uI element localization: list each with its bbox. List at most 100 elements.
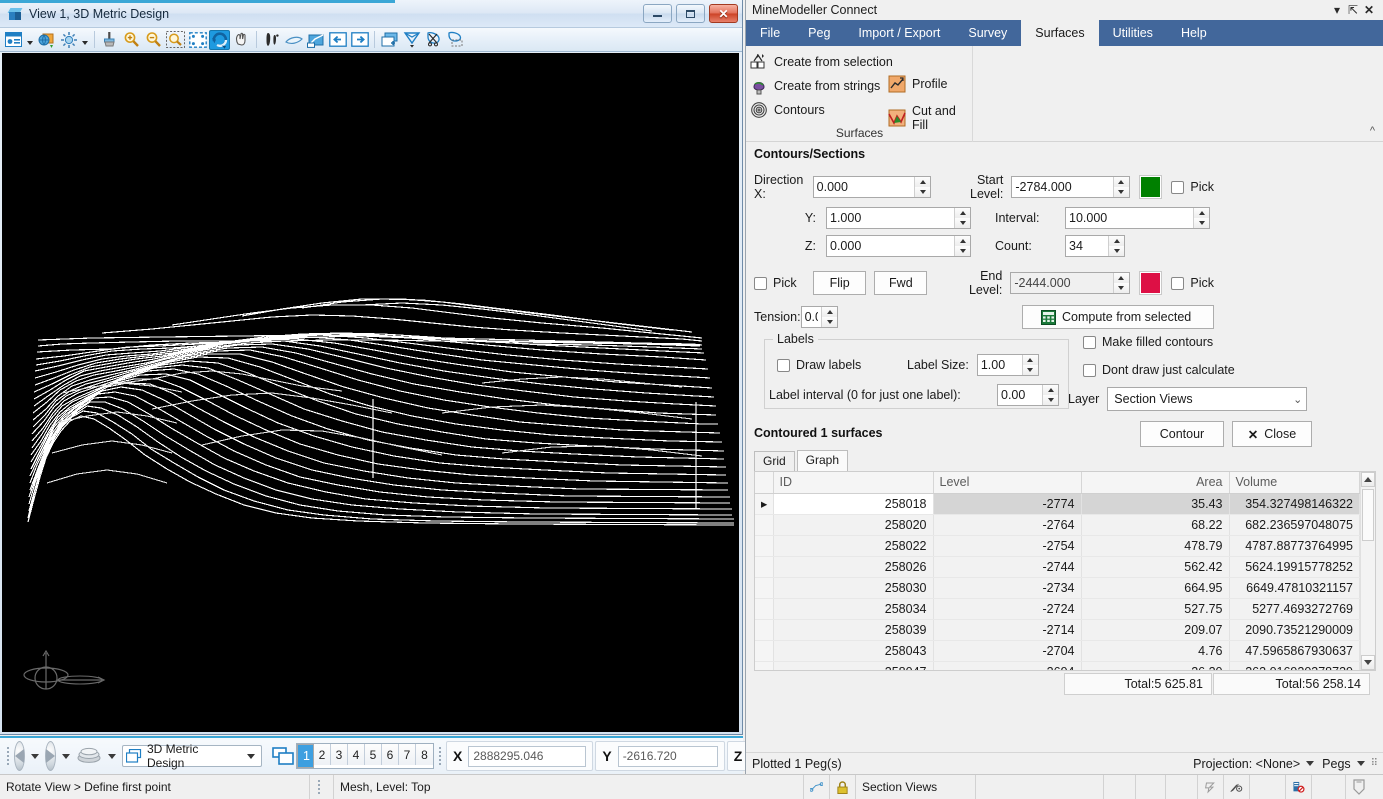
chevron-down-icon[interactable]: [243, 754, 259, 759]
start-pick-box[interactable]: [1171, 181, 1184, 194]
close-icon[interactable]: ✕: [1361, 3, 1377, 17]
row-marker[interactable]: [755, 556, 773, 577]
navigation-bar[interactable]: 3D Metric Design 1 2 3 4 5 6 7 8 X Y Z: [0, 736, 743, 774]
end-level-up[interactable]: [1114, 273, 1129, 283]
zoom-extents-icon[interactable]: [187, 30, 208, 50]
view-properties-dropdown[interactable]: [25, 30, 35, 50]
view-number-4[interactable]: 4: [348, 744, 365, 765]
contour-button[interactable]: Contour: [1140, 421, 1224, 447]
start-level-up[interactable]: [1114, 177, 1129, 187]
tension-down[interactable]: [822, 317, 837, 327]
end-level-spinner[interactable]: [1010, 272, 1129, 294]
interval-spinner[interactable]: [1065, 207, 1210, 229]
view-properties-icon[interactable]: [3, 30, 24, 50]
close-button[interactable]: ✕ Close: [1232, 421, 1312, 447]
column-header-area[interactable]: Area: [1081, 472, 1229, 493]
direction-y-spinner[interactable]: [826, 207, 971, 229]
label-interval-up[interactable]: [1043, 385, 1058, 395]
chevron-down-icon[interactable]: ⌄: [1293, 393, 1302, 406]
tab-help[interactable]: Help: [1167, 20, 1221, 46]
dropdown-caret-icon[interactable]: ▾: [1329, 3, 1345, 17]
tension-up[interactable]: [822, 307, 837, 317]
shield-icon[interactable]: [1346, 775, 1372, 799]
interval-input[interactable]: [1066, 208, 1193, 228]
y-input[interactable]: [618, 746, 718, 767]
rotate-view-icon[interactable]: [209, 30, 230, 50]
grid-vertical-scrollbar[interactable]: [1360, 472, 1375, 670]
label-size-down[interactable]: [1023, 365, 1038, 375]
ribbon-collapse-icon[interactable]: ^: [1370, 125, 1375, 137]
row-marker[interactable]: ▸: [755, 493, 773, 514]
zoom-in-icon[interactable]: [121, 30, 142, 50]
direction-z-input[interactable]: [827, 236, 954, 256]
coordinate-y[interactable]: Y: [595, 741, 724, 771]
end-pick-checkbox[interactable]: Pick: [1171, 276, 1214, 290]
end-color-swatch[interactable]: [1140, 272, 1162, 294]
scroll-down-button[interactable]: [1361, 655, 1375, 670]
back-dropdown-icon[interactable]: [31, 754, 39, 759]
forward-button[interactable]: [45, 741, 56, 771]
view-toolbar[interactable]: [0, 28, 742, 52]
start-level-spinner[interactable]: [1011, 176, 1129, 198]
interval-down[interactable]: [1194, 218, 1209, 228]
fwd-button[interactable]: Fwd: [874, 271, 927, 295]
layers-dropdown-icon[interactable]: [108, 754, 116, 759]
tab-file[interactable]: File: [746, 20, 794, 46]
results-grid[interactable]: ID Level Area Volume ▸ 258018 -2774: [754, 471, 1376, 671]
column-header-id[interactable]: ID: [773, 472, 933, 493]
tab-graph[interactable]: Graph: [797, 450, 848, 471]
table-row[interactable]: 258043 -2704 4.76 47.5965867930637: [755, 640, 1360, 661]
table-row[interactable]: 258034 -2724 527.75 5277.4693272769: [755, 598, 1360, 619]
create-from-strings-button[interactable]: Create from strings: [746, 74, 893, 98]
layer-select[interactable]: Section Views ⌄: [1107, 387, 1307, 411]
make-filled-contours-box[interactable]: [1083, 336, 1096, 349]
direction-y-up[interactable]: [955, 208, 970, 218]
direction-x-up[interactable]: [915, 177, 930, 187]
grid-tabstrip[interactable]: Grid Graph: [746, 451, 1383, 471]
table-row[interactable]: ▸ 258018 -2774 35.43 354.327498146322: [755, 493, 1360, 514]
count-spinner[interactable]: [1065, 235, 1125, 257]
copy-region-icon[interactable]: [445, 30, 466, 50]
coordinate-x[interactable]: X: [446, 741, 593, 771]
close-button[interactable]: ✕: [709, 4, 738, 23]
direction-z-down[interactable]: [955, 246, 970, 256]
row-marker[interactable]: [755, 598, 773, 619]
view-number-7[interactable]: 7: [399, 744, 416, 765]
forward-dropdown-icon[interactable]: [62, 754, 70, 759]
end-pick-box[interactable]: [1171, 277, 1184, 290]
zoom-out-icon[interactable]: [143, 30, 164, 50]
toolbar-grip[interactable]: [7, 746, 9, 766]
lock-icon[interactable]: [830, 775, 856, 799]
dont-draw-box[interactable]: [1083, 364, 1096, 377]
scroll-up-button[interactable]: [1361, 472, 1375, 487]
section-icon[interactable]: [283, 30, 304, 50]
end-level-down[interactable]: [1114, 283, 1129, 293]
direction-x-down[interactable]: [915, 187, 930, 197]
tab-import-export[interactable]: Import / Export: [844, 20, 954, 46]
design-combo[interactable]: 3D Metric Design: [122, 745, 262, 767]
view-number-5[interactable]: 5: [365, 744, 382, 765]
column-header-level[interactable]: Level: [933, 472, 1081, 493]
create-from-selection-button[interactable]: Create from selection: [746, 50, 893, 74]
direction-y-input[interactable]: [827, 208, 954, 228]
start-level-input[interactable]: [1012, 177, 1112, 197]
pegs-dropdown-icon[interactable]: [1357, 761, 1365, 766]
row-marker[interactable]: [755, 661, 773, 670]
pegs-label[interactable]: Pegs: [1322, 757, 1351, 771]
maximize-button[interactable]: [676, 4, 705, 23]
polyline-icon[interactable]: [804, 775, 830, 799]
projection-label[interactable]: Projection: <None>: [1193, 757, 1300, 771]
count-down[interactable]: [1109, 246, 1124, 256]
light-dropdown[interactable]: [80, 30, 90, 50]
projection-dropdown-icon[interactable]: [1306, 761, 1314, 766]
column-header-volume[interactable]: Volume: [1229, 472, 1360, 493]
tab-surfaces[interactable]: Surfaces: [1021, 20, 1098, 46]
direction-z-up[interactable]: [955, 236, 970, 246]
row-marker[interactable]: [755, 535, 773, 556]
view-titlebar[interactable]: View 1, 3D Metric Design ✕: [0, 0, 742, 28]
table-row[interactable]: 258039 -2714 209.07 2090.73521290009: [755, 619, 1360, 640]
direction-x-input[interactable]: [814, 177, 914, 197]
clip-icon[interactable]: [305, 30, 326, 50]
ribbon-tabs[interactable]: File Peg Import / Export Survey Surfaces…: [746, 20, 1383, 46]
new-window-icon[interactable]: [379, 30, 400, 50]
